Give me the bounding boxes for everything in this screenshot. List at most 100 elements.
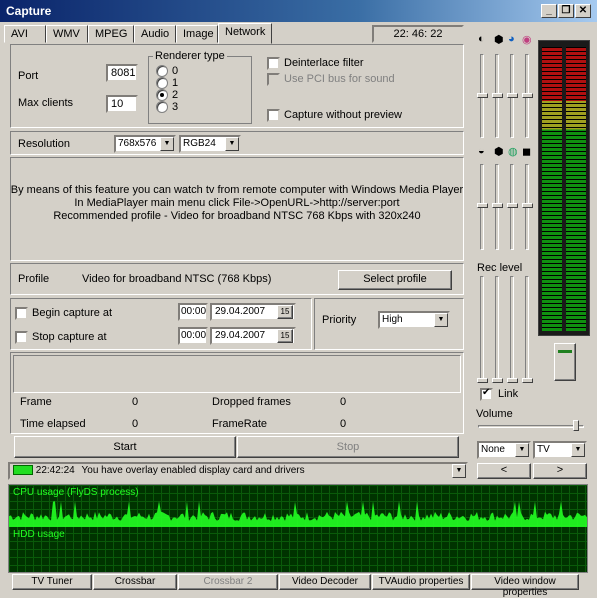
stop-date-value: 29.04.2007 — [215, 330, 266, 341]
slider-thumb[interactable] — [477, 203, 488, 208]
info-line-2: In MediaPlayer main menu click File->Ope… — [74, 197, 400, 209]
next-channel-button[interactable]: > — [533, 463, 587, 479]
close-button[interactable]: ✕ — [575, 4, 591, 18]
renderer-option-0: 0 — [172, 65, 179, 77]
cpu-usage-trace — [9, 501, 587, 572]
volume-slider-thumb[interactable] — [573, 420, 579, 431]
restore-button[interactable]: ❐ — [558, 4, 574, 18]
chevron-down-icon: ▼ — [571, 443, 585, 457]
rec-level-slider-1[interactable] — [480, 276, 484, 380]
link-checkbox[interactable]: ✔ — [480, 387, 493, 401]
resolution-size-combo[interactable]: 768x576 ▼ — [114, 135, 176, 153]
volume-fader-knob[interactable] — [554, 343, 576, 381]
chevron-down-icon[interactable]: ▼ — [452, 464, 466, 478]
color-format-value: RGB24 — [183, 138, 216, 149]
checkmark-icon: ✔ — [482, 387, 491, 398]
rec-level-slider-2[interactable] — [495, 276, 499, 380]
capture-window: Capture _ ❐ ✕ AVI WMV MPEG Audio Image N… — [0, 0, 597, 598]
input-none-value: None — [481, 444, 505, 455]
source-combo[interactable]: TV ▼ — [533, 441, 587, 459]
crossbar2-button: Crossbar 2 — [178, 574, 278, 590]
slider-thumb[interactable] — [492, 203, 503, 208]
framerate-value: 0 — [340, 418, 347, 430]
tab-image[interactable]: Image — [176, 25, 218, 43]
port-input[interactable]: 8081 — [106, 64, 138, 82]
deinterlace-checkbox[interactable] — [267, 57, 280, 70]
slider-thumb[interactable] — [507, 378, 518, 383]
stop-time-input[interactable]: 00:00 — [178, 327, 208, 345]
rec-level-label: Rec level — [477, 262, 523, 274]
frame-label: Frame — [20, 396, 52, 408]
tv-tuner-button[interactable]: TV Tuner — [12, 574, 92, 590]
renderer-radio-3[interactable] — [156, 101, 168, 113]
video-decoder-button[interactable]: Video Decoder — [279, 574, 371, 590]
cpu-usage-label: CPU usage (FlyDS process) — [13, 487, 139, 498]
slider-thumb[interactable] — [477, 93, 488, 98]
slider-thumb[interactable] — [477, 378, 488, 383]
capture-no-preview-checkbox[interactable] — [267, 109, 280, 122]
volume-slider[interactable] — [478, 425, 584, 428]
calendar-icon[interactable]: 15 — [277, 329, 293, 343]
chevron-down-icon: ▼ — [434, 313, 448, 327]
slider-thumb[interactable] — [492, 93, 503, 98]
tab-wmv[interactable]: WMV — [46, 25, 88, 43]
minimize-button[interactable]: _ — [541, 4, 557, 18]
calendar-icon[interactable]: 15 — [277, 305, 293, 319]
status-message: You have overlay enabled display card an… — [81, 465, 305, 476]
slider-thumb[interactable] — [522, 203, 533, 208]
slider-thumb[interactable] — [507, 93, 518, 98]
usage-graph: CPU usage (FlyDS process) HDD usage — [8, 484, 588, 573]
resolution-label: Resolution — [18, 138, 70, 150]
resolution-size-value: 768x576 — [118, 138, 157, 149]
info-panel — [10, 157, 464, 261]
renderer-radio-0[interactable] — [156, 65, 168, 77]
begin-time-input[interactable]: 00:00 — [178, 303, 208, 321]
status-indicator — [13, 465, 33, 476]
slider-thumb[interactable] — [492, 378, 503, 383]
left-channel-meter — [542, 47, 562, 331]
renderer-option-1: 1 — [172, 77, 179, 89]
tab-network[interactable]: Network — [218, 23, 272, 44]
hdd-usage-label: HDD usage — [13, 529, 65, 540]
color-format-combo[interactable]: RGB24 ▼ — [179, 135, 241, 153]
volume-label: Volume — [476, 408, 513, 420]
tab-audio[interactable]: Audio — [134, 25, 176, 43]
select-profile-button[interactable]: Select profile — [338, 270, 452, 290]
port-label: Port — [18, 70, 39, 82]
stop-capture-label: Stop capture at — [32, 331, 107, 343]
begin-capture-label: Begin capture at — [32, 307, 113, 319]
chevron-down-icon: ▼ — [225, 137, 239, 151]
crossbar-button[interactable]: Crossbar — [93, 574, 177, 590]
tab-mpeg[interactable]: MPEG — [88, 25, 134, 43]
tab-avi[interactable]: AVI — [4, 25, 46, 43]
tvaudio-properties-button[interactable]: TVAudio properties — [372, 574, 470, 590]
max-clients-input[interactable]: 10 — [106, 95, 138, 113]
renderer-radio-2[interactable] — [156, 89, 168, 101]
rec-level-slider-4[interactable] — [525, 276, 529, 380]
slider-thumb[interactable] — [522, 378, 533, 383]
chevron-down-icon: ▼ — [515, 443, 529, 457]
stop-button: Stop — [237, 436, 459, 458]
start-button[interactable]: Start — [14, 436, 236, 458]
slider-thumb[interactable] — [507, 203, 518, 208]
status-bar: 22:42:24 You have overlay enabled displa… — [8, 462, 468, 480]
rec-level-slider-3[interactable] — [510, 276, 514, 380]
slider-thumb[interactable] — [522, 93, 533, 98]
hue-icon: ◉ — [522, 34, 532, 46]
link-label: Link — [498, 388, 519, 400]
deinterlace-label: Deinterlace filter — [284, 57, 364, 69]
preview-area — [13, 355, 461, 393]
video-window-properties-button[interactable]: Video window properties — [471, 574, 579, 598]
stop-capture-checkbox[interactable] — [15, 331, 28, 344]
source-value: TV — [537, 444, 550, 455]
window-title: Capture — [6, 4, 52, 18]
saturation-icon: ◕ — [508, 33, 515, 45]
previous-channel-button[interactable]: < — [477, 463, 531, 479]
input-none-combo[interactable]: None ▼ — [477, 441, 531, 459]
priority-combo[interactable]: High ▼ — [378, 311, 450, 329]
time-elapsed-value: 0 — [132, 418, 139, 430]
renderer-radio-1[interactable] — [156, 77, 168, 89]
renderer-option-2: 2 — [172, 89, 179, 101]
begin-capture-checkbox[interactable] — [15, 307, 28, 320]
priority-label: Priority — [322, 314, 357, 326]
